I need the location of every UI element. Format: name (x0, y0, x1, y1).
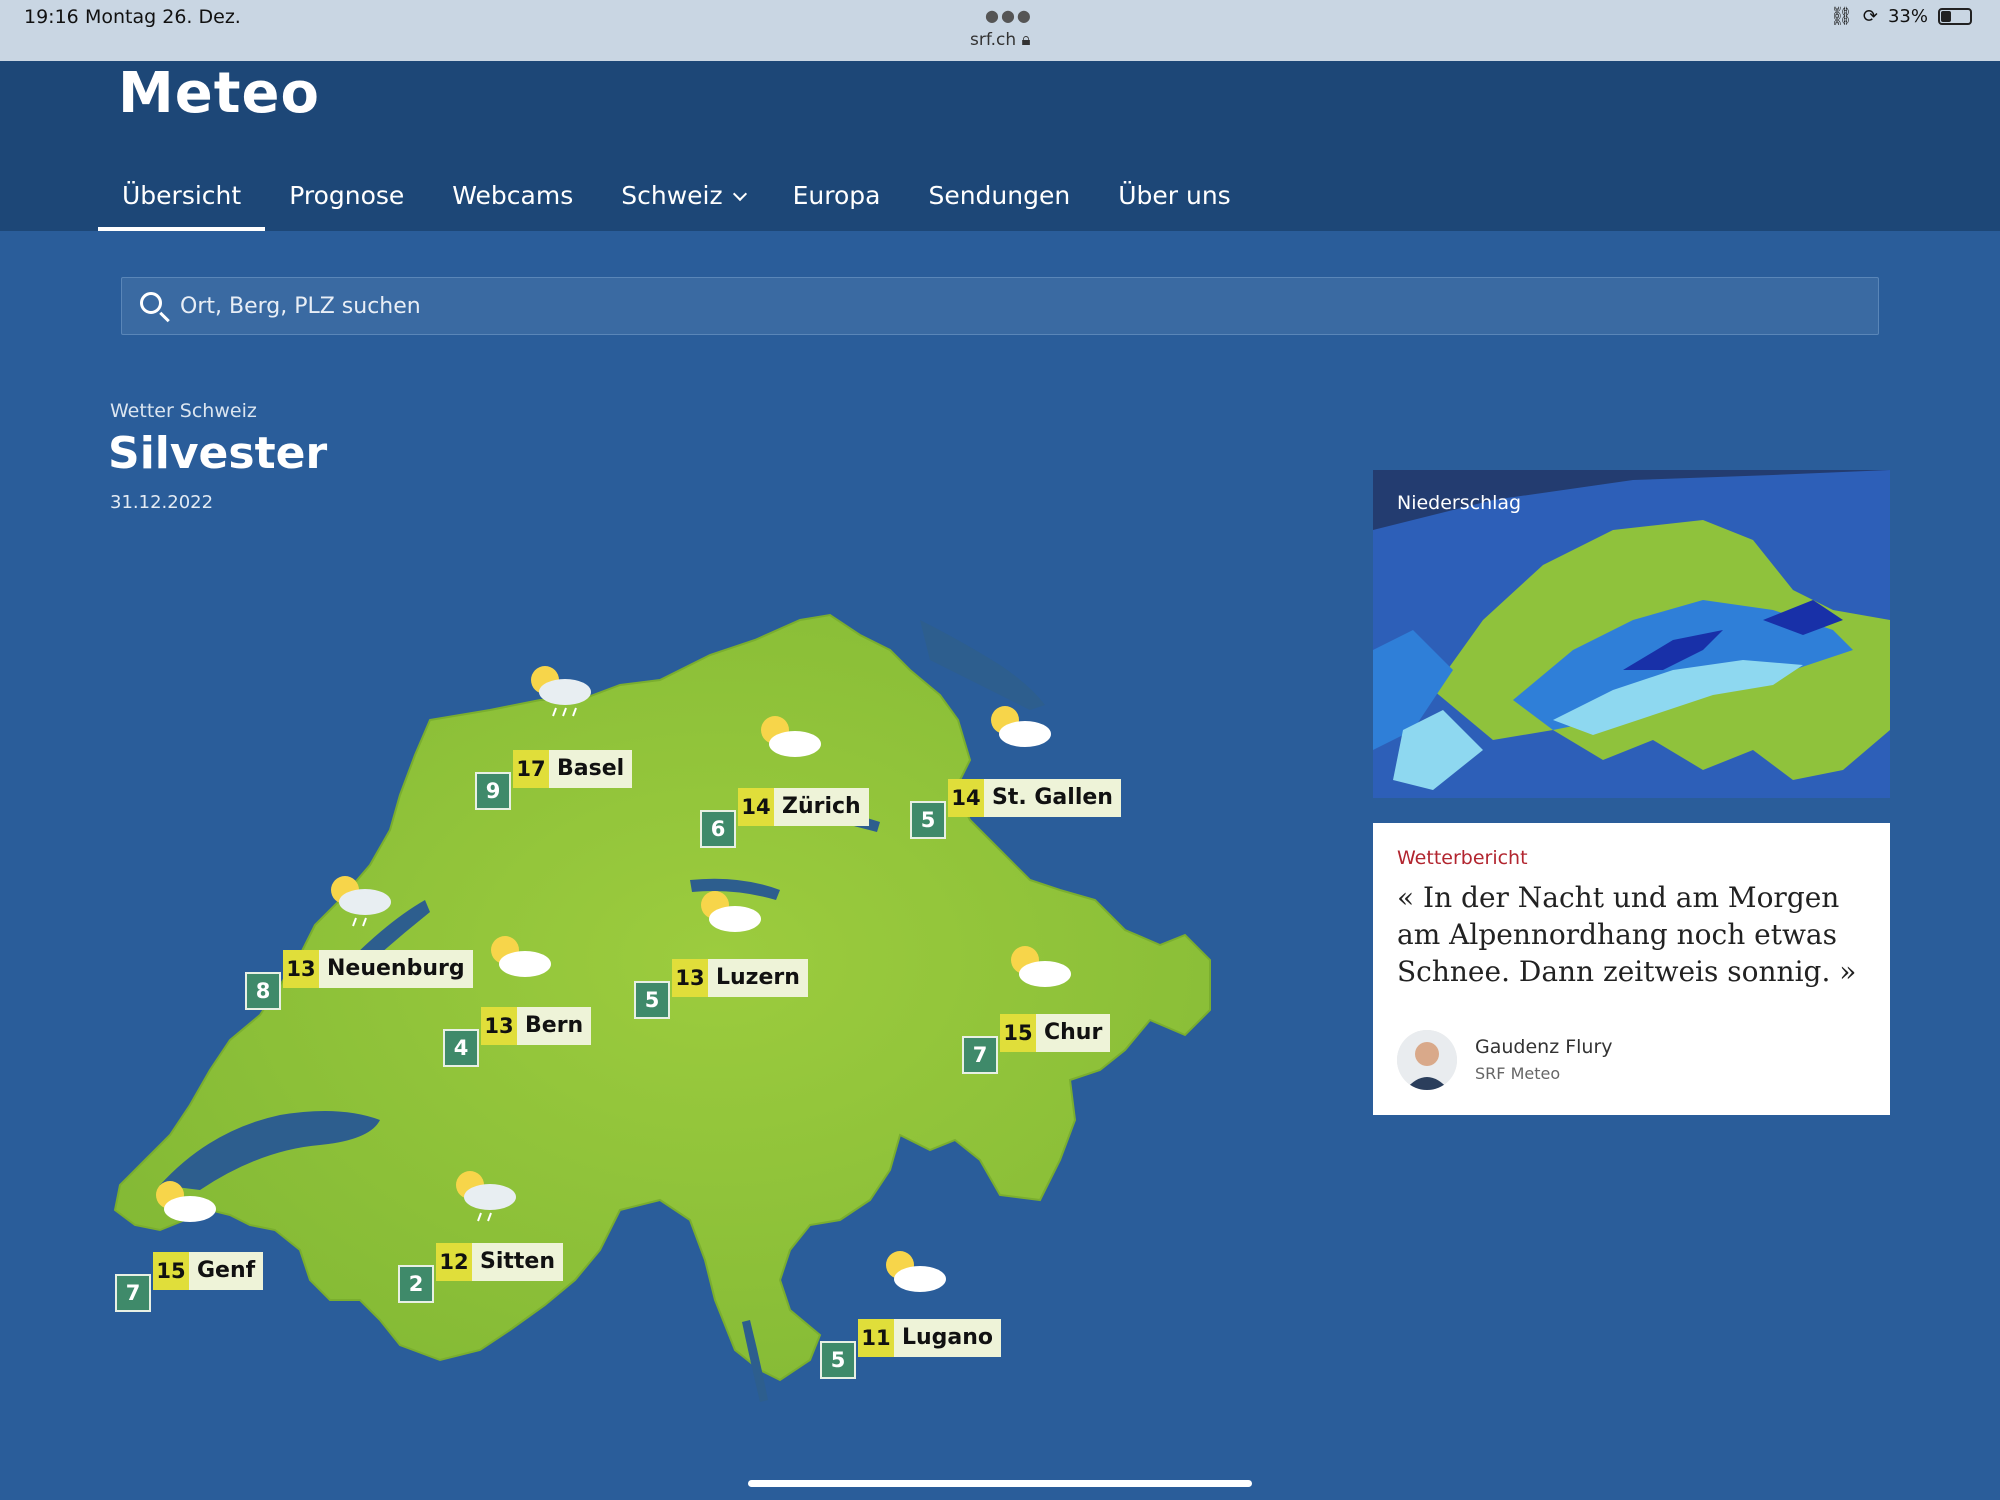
city-name: Sitten (472, 1243, 564, 1281)
max-temp: 14 (738, 788, 774, 826)
max-temp: 11 (858, 1319, 894, 1357)
search-box[interactable] (121, 277, 1879, 335)
sun-cloud-rain-icon (445, 1165, 525, 1225)
sun-cloud-icon (750, 710, 830, 770)
status-right: ⛓︎ ⟳ 33% (1830, 6, 1972, 27)
author-org: SRF Meteo (1475, 1064, 1561, 1083)
nav-schweiz[interactable]: Schweiz (597, 169, 768, 231)
min-temp: 2 (398, 1265, 434, 1303)
city-name: Lugano (894, 1319, 1002, 1357)
sun-cloud-icon (690, 885, 770, 945)
min-temp: 7 (962, 1036, 998, 1074)
home-indicator[interactable] (748, 1480, 1252, 1487)
sun-cloud-icon (1000, 940, 1080, 1000)
max-temp: 15 (1000, 1014, 1036, 1052)
min-temp: 9 (475, 772, 511, 810)
sun-cloud-icon (875, 1245, 955, 1305)
report-label: Wetterbericht (1397, 847, 1528, 869)
min-temp: 5 (820, 1341, 856, 1379)
precipitation-map-image (1373, 470, 1890, 798)
min-temp: 7 (115, 1274, 151, 1312)
city-name: Zürich (774, 788, 869, 826)
min-temp: 5 (910, 801, 946, 839)
sun-cloud-icon (980, 700, 1060, 760)
city-name: Luzern (708, 959, 808, 997)
precipitation-card[interactable]: Niederschlag (1373, 470, 1890, 798)
nav-sendungen[interactable]: Sendungen (904, 169, 1094, 231)
max-temp: 13 (672, 959, 708, 997)
city-name: Basel (549, 750, 633, 788)
min-temp: 6 (700, 810, 736, 848)
search-input[interactable] (180, 278, 1860, 334)
city-name: Genf (189, 1252, 264, 1290)
sun-cloud-icon (145, 1175, 225, 1235)
city-name: Neuenburg (319, 950, 473, 988)
max-temp: 13 (283, 950, 319, 988)
forecast-date: 31.12.2022 (110, 492, 214, 513)
nav-prognose[interactable]: Prognose (265, 169, 428, 231)
weather-report-card[interactable]: Wetterbericht « In der Nacht und am Morg… (1373, 823, 1890, 1115)
max-temp: 12 (436, 1243, 472, 1281)
sun-cloud-rain-icon (520, 660, 600, 720)
section-eyebrow: Wetter Schweiz (110, 400, 257, 422)
switzerland-map[interactable]: 17 Basel 9 14 Zürich 6 14 St. Gallen 5 1… (100, 560, 1360, 1420)
avatar (1397, 1030, 1457, 1090)
main-nav: Übersicht Prognose Webcams Schweiz Europ… (98, 169, 1255, 231)
lock-icon: 🔒︎ (1021, 30, 1031, 50)
report-quote: « In der Nacht und am Morgen am Alpennor… (1397, 881, 1857, 988)
orientation-lock-icon: ⟳ (1862, 6, 1878, 27)
sun-cloud-rain-icon (320, 870, 400, 930)
nav-ueber-uns[interactable]: Über uns (1094, 169, 1255, 231)
meteo-logo[interactable]: Meteo (118, 61, 320, 126)
address-url[interactable]: srf.ch 🔒︎ (970, 30, 1031, 50)
min-temp: 4 (443, 1029, 479, 1067)
author-name: Gaudenz Flury (1475, 1036, 1613, 1058)
sun-cloud-icon (480, 930, 560, 990)
max-temp: 15 (153, 1252, 189, 1290)
status-bar: 19:16 Montag 26. Dez. ●●● srf.ch 🔒︎ ⛓︎ ⟳… (0, 0, 2000, 61)
battery-percent: 33% (1887, 6, 1928, 27)
min-temp: 5 (634, 981, 670, 1019)
chevron-down-icon (732, 186, 747, 202)
more-dots-icon[interactable]: ●●● (985, 6, 1033, 25)
city-name: Bern (517, 1007, 592, 1045)
min-temp: 8 (245, 972, 281, 1010)
city-name: Chur (1036, 1014, 1111, 1052)
site-header: Meteo Übersicht Prognose Webcams Schweiz… (0, 61, 2000, 231)
nav-webcams[interactable]: Webcams (428, 169, 597, 231)
nav-europa[interactable]: Europa (769, 169, 905, 231)
status-time: 19:16 (24, 6, 79, 28)
max-temp: 13 (481, 1007, 517, 1045)
link-icon: ⛓︎ (1830, 6, 1853, 27)
battery-icon (1938, 8, 1972, 25)
max-temp: 17 (513, 750, 549, 788)
precipitation-label: Niederschlag (1397, 492, 1522, 514)
nav-uebersicht[interactable]: Übersicht (98, 169, 266, 231)
city-name: St. Gallen (984, 779, 1121, 817)
search-icon (140, 292, 162, 314)
status-date: Montag 26. Dez. (85, 6, 241, 28)
page-title: Silvester (108, 428, 328, 479)
max-temp: 14 (948, 779, 984, 817)
